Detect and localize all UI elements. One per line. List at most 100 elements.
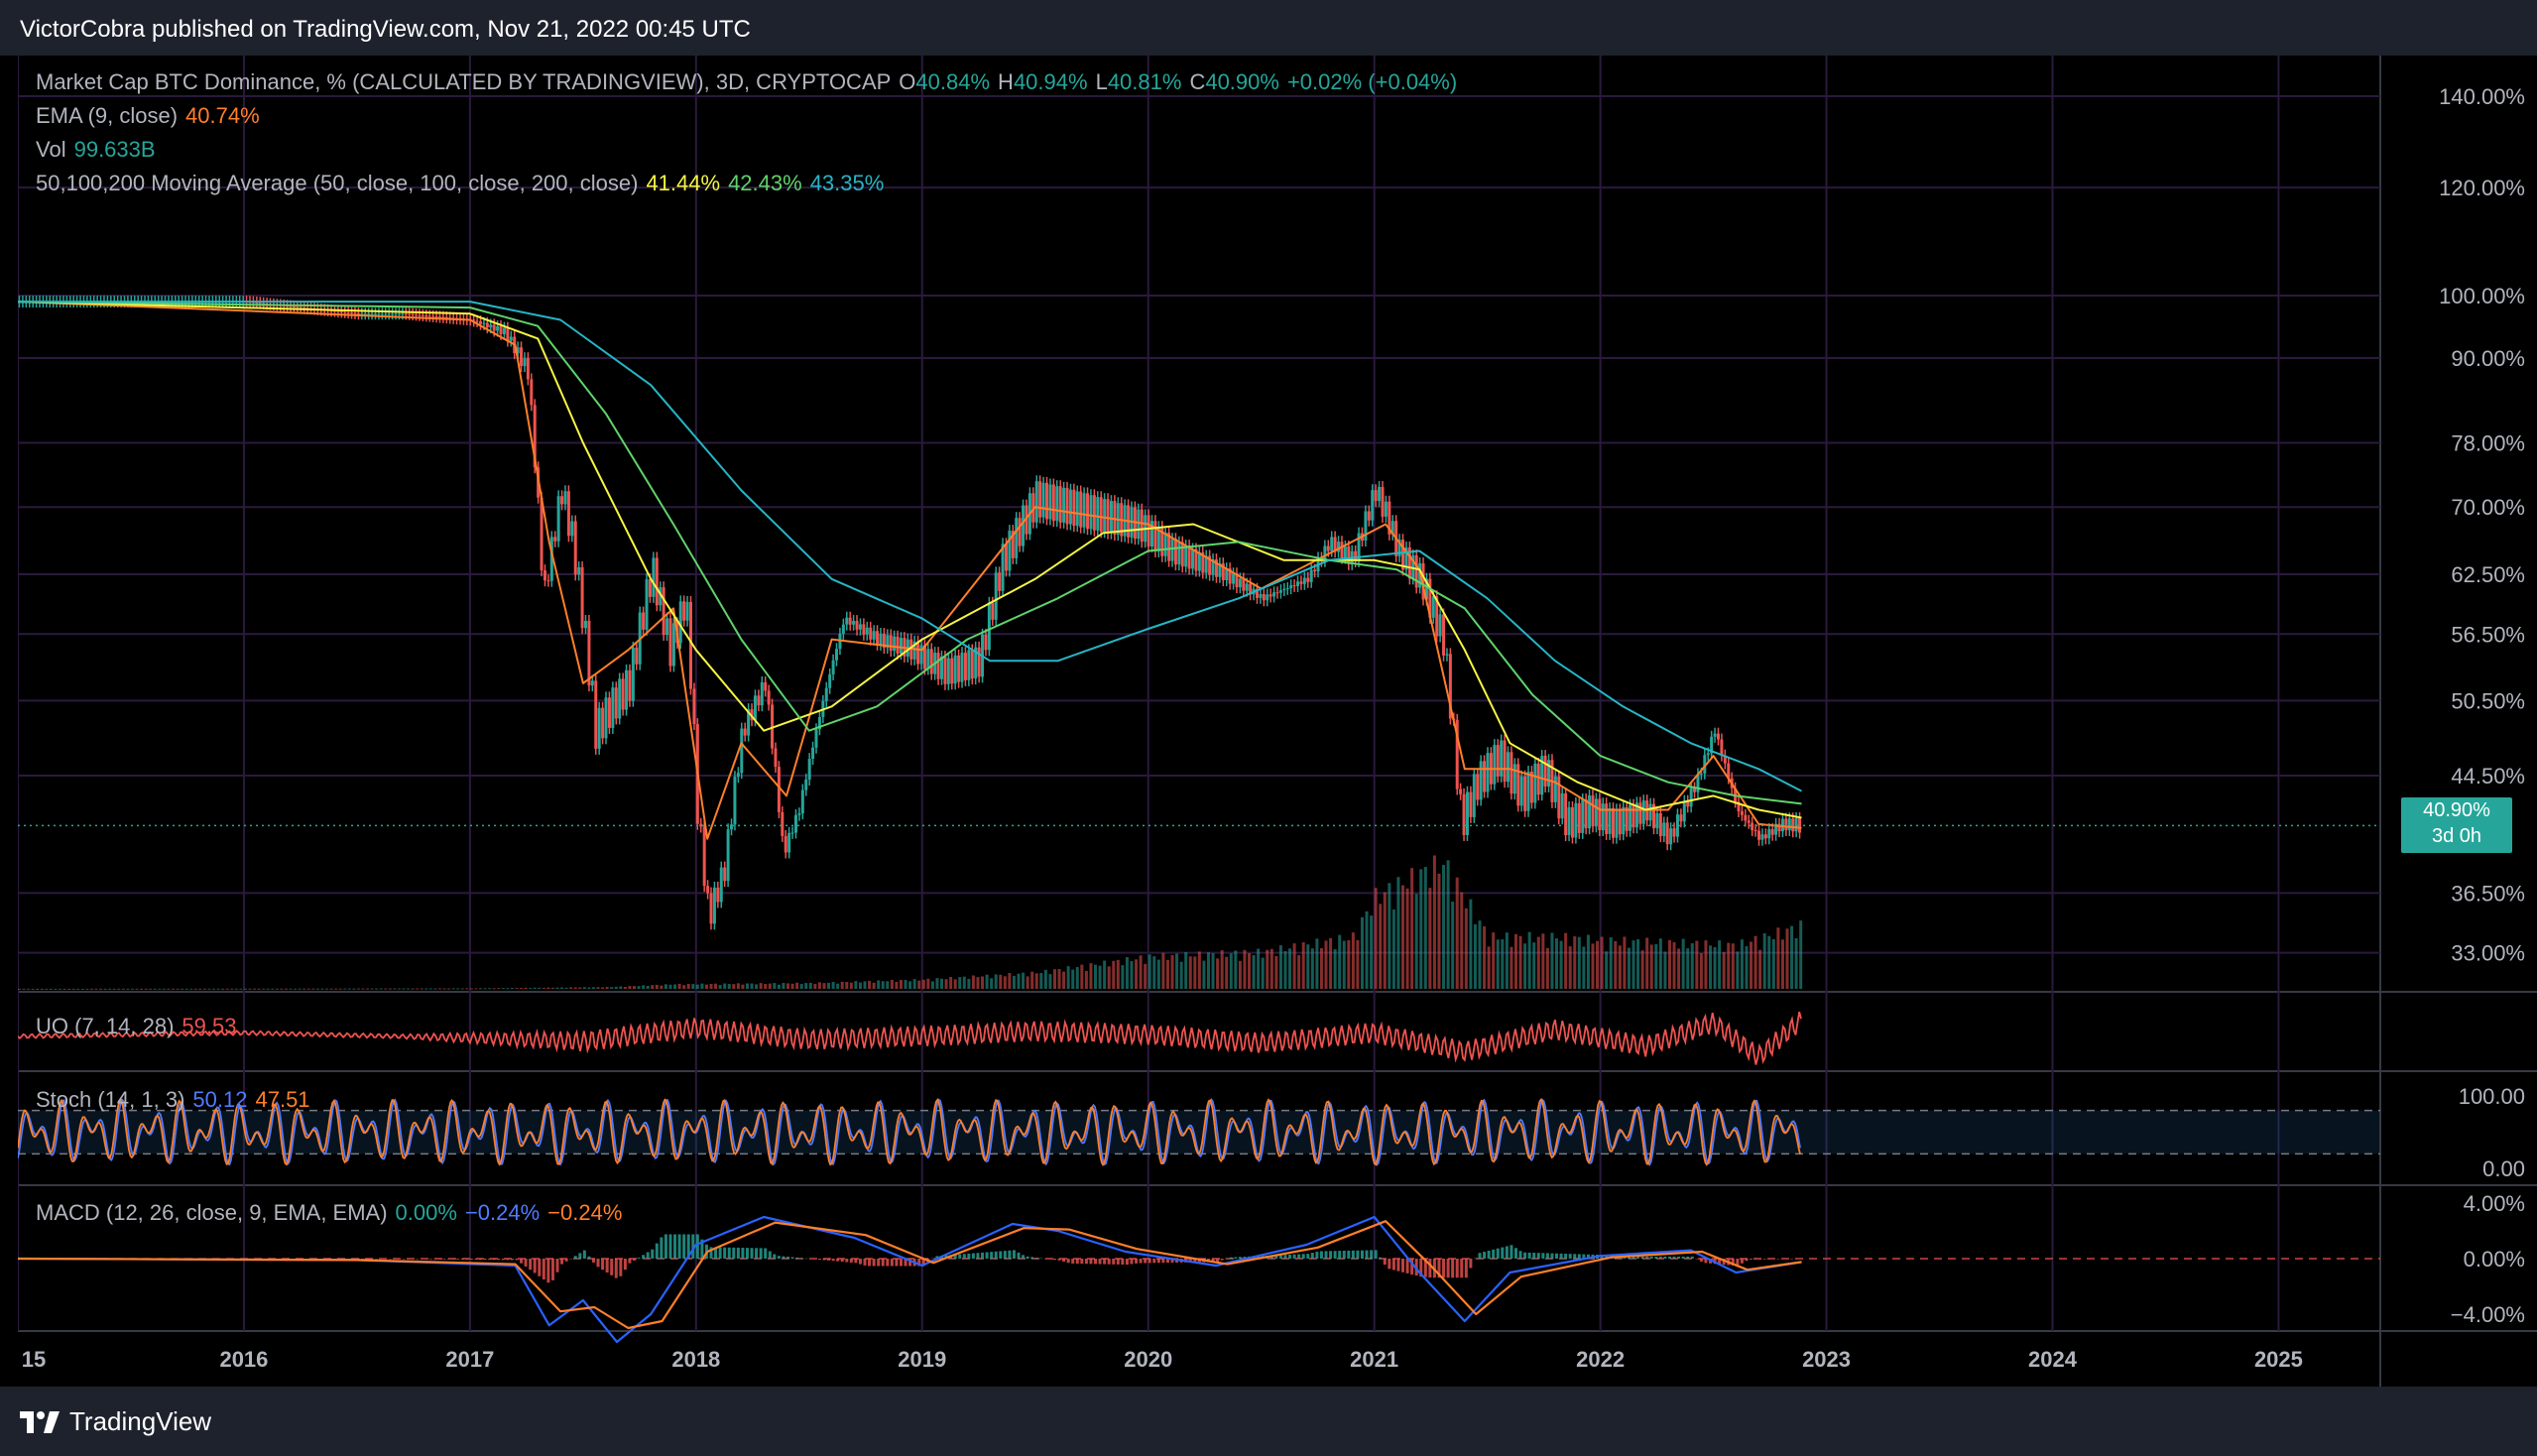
chart-canvas[interactable]: 140.00% 120.00% 100.00% 90.00% 78.00% 70.00% 6…	[18, 56, 2537, 1387]
price-candle-body	[1760, 834, 1764, 840]
price-candle-body	[967, 650, 971, 680]
price-candle-body	[1089, 495, 1093, 530]
volume-bar	[614, 986, 618, 989]
macd-histogram-bar	[1161, 1259, 1165, 1264]
price-candle-body	[1296, 581, 1300, 586]
macd-histogram-bar	[755, 1248, 759, 1259]
volume-bar	[1347, 939, 1351, 989]
volume-bar	[886, 981, 890, 989]
legend-ma[interactable]: 50,100,200 Moving Average (50, close, 10…	[36, 171, 892, 196]
price-candle-body	[736, 773, 740, 778]
macd-histogram-bar	[469, 1259, 473, 1260]
volume-bar	[153, 988, 157, 990]
macd-histogram-bar	[1071, 1259, 1075, 1264]
macd-histogram-bar	[1360, 1250, 1364, 1259]
volume-bar	[1699, 953, 1703, 989]
legend-vol[interactable]: Vol 99.633B	[36, 137, 164, 163]
price-candle-body	[296, 306, 300, 308]
price-candle-body	[370, 313, 374, 315]
price-candle-body	[1699, 773, 1703, 775]
macd-histogram-bar	[868, 1259, 872, 1267]
macd-histogram-bar	[1545, 1253, 1549, 1259]
macd-histogram-bar	[1740, 1259, 1744, 1264]
legend-main: Market Cap BTC Dominance, % (CALCULATED …	[36, 69, 1465, 95]
macd-histogram-bar	[1125, 1259, 1129, 1266]
legend-uo[interactable]: UO (7, 14, 28) 59.53	[36, 1014, 244, 1039]
volume-bar	[1098, 965, 1102, 989]
volume-bar	[121, 988, 125, 990]
volume-bar	[198, 988, 202, 990]
macd-histogram-bar	[1640, 1256, 1644, 1259]
macd-histogram-bar	[520, 1259, 524, 1264]
macd-histogram-bar	[1094, 1259, 1098, 1265]
y-tick-label: 33.00%	[2451, 941, 2525, 966]
price-candle-body	[1177, 542, 1181, 565]
price-candle-body	[1137, 509, 1141, 540]
volume-bar	[140, 988, 144, 990]
price-candle-body	[350, 312, 354, 314]
tradingview-brand[interactable]: TradingView	[20, 1406, 211, 1437]
stoch-band	[18, 1110, 2380, 1154]
price-candle-body	[1533, 763, 1537, 803]
y-tick-label: 100.00%	[2439, 284, 2525, 308]
price-candle-body	[566, 491, 570, 537]
price-candle-body	[1103, 499, 1107, 533]
volume-bar	[1582, 946, 1586, 989]
volume-bar	[646, 985, 650, 989]
macd-histogram-bar	[1225, 1258, 1229, 1260]
price-candle-body	[1015, 518, 1019, 558]
volume-bar	[1202, 960, 1206, 989]
price-candle-body	[424, 315, 428, 317]
legend-uo-label: UO (7, 14, 28)	[36, 1014, 175, 1038]
macd-histogram-bar	[1220, 1259, 1224, 1261]
macd-histogram-bar	[375, 1259, 379, 1260]
legend-macd[interactable]: MACD (12, 26, close, 9, EMA, EMA) 0.00% −0…	[36, 1200, 630, 1226]
price-candle-body	[1679, 814, 1683, 822]
volume-bar	[411, 988, 415, 990]
price-candle-body	[688, 601, 692, 689]
macd-histogram-bar	[1523, 1252, 1527, 1259]
price-candle-body	[668, 618, 672, 667]
volume-bar	[1243, 949, 1247, 989]
price-candle-body	[1594, 798, 1598, 827]
macd-histogram-bar	[1753, 1259, 1757, 1260]
price-candle-body	[1486, 753, 1490, 792]
volume-bar	[1039, 973, 1043, 989]
price-candle-body	[1560, 792, 1564, 819]
price-candle-body	[1302, 577, 1306, 584]
macd-histogram-bar	[813, 1259, 817, 1260]
macd-histogram-bar	[1681, 1256, 1685, 1259]
macd-histogram-bar	[479, 1259, 483, 1261]
legend-stoch[interactable]: Stoch (14, 1, 3) 50.12 47.51	[36, 1087, 318, 1113]
macd-histogram-bar	[646, 1252, 650, 1259]
macd-histogram-bar	[1112, 1259, 1116, 1265]
price-candle-body	[1180, 542, 1184, 567]
price-candle-body	[1536, 763, 1540, 795]
macd-histogram-bar	[1342, 1251, 1346, 1259]
price-candle-body	[1557, 776, 1561, 819]
y-tick-label: 36.50%	[2451, 881, 2525, 906]
macd-histogram-bar	[1672, 1256, 1676, 1259]
volume-bar	[54, 988, 58, 990]
volume-bar	[329, 988, 333, 990]
price-candle-body	[380, 313, 384, 315]
volume-bar	[216, 988, 220, 990]
price-candle-body	[1767, 828, 1771, 839]
legend-ema[interactable]: EMA (9, close) 40.74%	[36, 103, 268, 129]
macd-histogram-bar	[420, 1259, 423, 1260]
macd-histogram-bar	[1292, 1254, 1296, 1259]
macd-histogram-bar	[1654, 1256, 1658, 1259]
price-candle-body	[1638, 802, 1642, 824]
volume-bar	[1292, 943, 1296, 989]
volume-bar	[971, 975, 975, 989]
macd-histogram-bar	[1771, 1259, 1775, 1260]
price-candle-body	[662, 587, 665, 636]
macd-histogram-bar	[1156, 1259, 1160, 1264]
price-candle-body	[394, 313, 398, 315]
chart-area[interactable]: 140.00% 120.00% 100.00% 90.00% 78.00% 70.00% 6…	[18, 56, 2537, 1387]
volume-bar	[393, 988, 397, 990]
price-candle-body	[1170, 539, 1174, 561]
volume-bar	[1388, 883, 1391, 989]
volume-bar	[831, 981, 835, 989]
volume-bar	[1727, 942, 1731, 989]
